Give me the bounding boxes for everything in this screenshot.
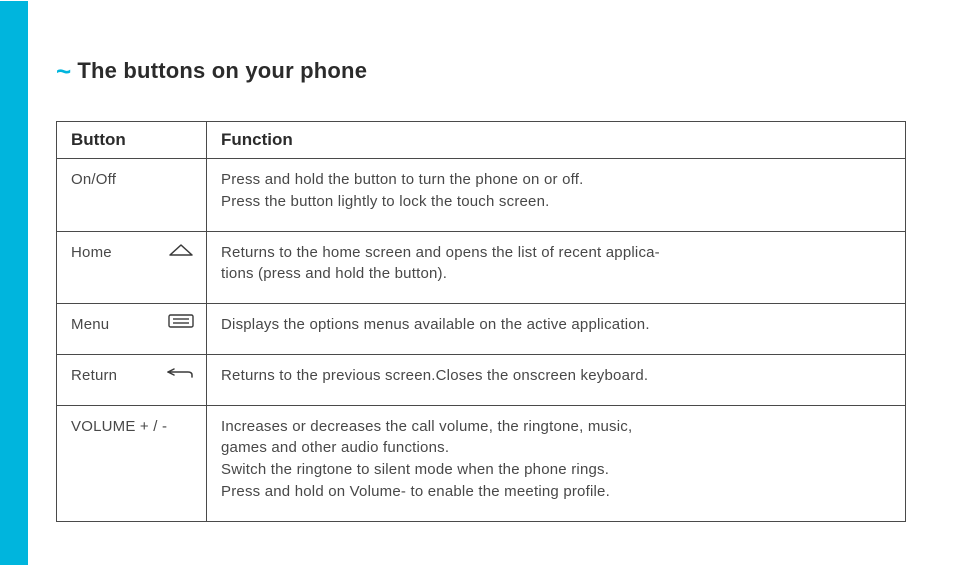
- function-cell: Press and hold the button to turn the ph…: [207, 159, 906, 232]
- button-label: Home: [71, 242, 112, 264]
- function-line: Returns to the previous screen.Closes th…: [221, 365, 891, 387]
- function-line: Switch the ringtone to silent mode when …: [221, 459, 891, 481]
- header-button: Button: [57, 122, 207, 159]
- function-line: Increases or decreases the call volume, …: [221, 416, 891, 438]
- table-row: Return Returns to the previous screen.Cl…: [57, 354, 906, 405]
- button-label: On/Off: [71, 169, 116, 191]
- page-title: ~The buttons on your phone: [56, 56, 912, 87]
- button-label: Return: [71, 365, 117, 387]
- button-cell: Menu: [57, 304, 207, 355]
- page: ~The buttons on your phone Button Functi…: [0, 0, 954, 565]
- menu-icon: [168, 314, 194, 328]
- function-line: Press and hold on Volume- to enable the …: [221, 481, 891, 503]
- function-line: Displays the options menus available on …: [221, 314, 891, 336]
- function-line: games and other audio functions.: [221, 437, 891, 459]
- function-line: Press and hold the button to turn the ph…: [221, 169, 891, 191]
- title-tilde: ~: [56, 56, 77, 86]
- return-icon: [166, 365, 194, 379]
- function-cell: Increases or decreases the call volume, …: [207, 405, 906, 521]
- buttons-table: Button Function On/Off Press and hold th…: [56, 121, 906, 522]
- title-text: The buttons on your phone: [77, 58, 367, 83]
- button-cell: Home: [57, 231, 207, 304]
- function-line: tions (press and hold the button).: [221, 263, 891, 285]
- function-line: Press the button lightly to lock the tou…: [221, 191, 891, 213]
- button-cell: Return: [57, 354, 207, 405]
- table-header-row: Button Function: [57, 122, 906, 159]
- function-cell: Displays the options menus available on …: [207, 304, 906, 355]
- function-cell: Returns to the home screen and opens the…: [207, 231, 906, 304]
- home-icon: [168, 242, 194, 258]
- function-cell: Returns to the previous screen.Closes th…: [207, 354, 906, 405]
- function-line: Returns to the home screen and opens the…: [221, 242, 891, 264]
- content-area: ~The buttons on your phone Button Functi…: [56, 56, 912, 522]
- button-label: VOLUME + / -: [71, 416, 167, 438]
- header-function: Function: [207, 122, 906, 159]
- button-cell: On/Off: [57, 159, 207, 232]
- table-row: Home Returns to the home screen and open…: [57, 231, 906, 304]
- button-label: Menu: [71, 314, 109, 336]
- button-cell: VOLUME + / -: [57, 405, 207, 521]
- table-row: On/Off Press and hold the button to turn…: [57, 159, 906, 232]
- accent-side-bar: [0, 1, 28, 565]
- table-row: Menu Displays the options menus availabl…: [57, 304, 906, 355]
- table-row: VOLUME + / - Increases or decreases the …: [57, 405, 906, 521]
